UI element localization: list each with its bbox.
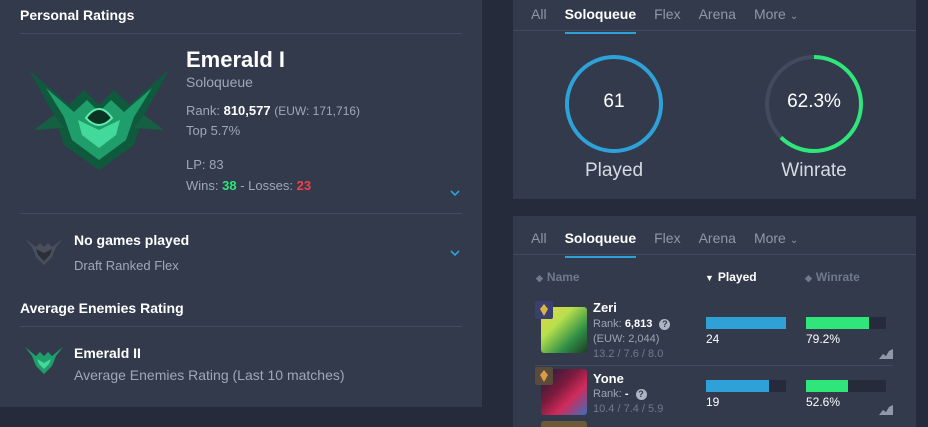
- header-winrate[interactable]: ◆ Winrate: [805, 270, 860, 284]
- sort-icon: ◆: [805, 273, 812, 283]
- tab-more[interactable]: More ⌄: [754, 2, 798, 32]
- losses-value: 23: [296, 178, 312, 193]
- champion-rank: Rank: 6,813 ?: [593, 318, 671, 330]
- queue-tabs: All Soloqueue Flex Arena More ⌄: [531, 2, 798, 34]
- champion-rank-value: -: [624, 388, 629, 400]
- champion-rank-value: 6,813: [624, 318, 653, 330]
- played-bar: [706, 380, 786, 392]
- tab-divider: [513, 254, 916, 255]
- tab-more-label: More: [753, 6, 786, 22]
- tab-all[interactable]: All: [531, 226, 547, 256]
- losses-label: - Losses:: [240, 178, 293, 193]
- tab-flex[interactable]: Flex: [654, 226, 680, 256]
- flex-subtitle: Draft Ranked Flex: [74, 258, 179, 273]
- winrate-value: 62.3%: [787, 91, 841, 112]
- section-title-personal: Personal Ratings: [20, 7, 135, 23]
- winrate-bar-fill: [806, 380, 849, 392]
- header-winrate-label: Winrate: [815, 270, 860, 284]
- champion-rank-label: Rank:: [593, 318, 622, 330]
- rank-value: 810,577: [223, 103, 271, 118]
- tab-all[interactable]: All: [531, 2, 547, 32]
- league-points: LP: 83: [186, 157, 224, 172]
- enemies-subtitle: Average Enemies Rating (Last 10 matches): [74, 367, 345, 383]
- rank-title: Emerald I: [186, 47, 286, 72]
- sort-icon: ◆: [536, 273, 543, 283]
- role-badge-icon: [535, 367, 553, 385]
- wins-value: 38: [222, 178, 237, 193]
- tab-flex[interactable]: Flex: [654, 2, 680, 32]
- personal-ratings-panel: Personal Ratings Emerald I Soloqueue Ran…: [0, 0, 482, 407]
- tab-arena[interactable]: Arena: [699, 226, 736, 256]
- rank-queue: Soloqueue: [186, 74, 253, 90]
- tab-more-label: More: [753, 230, 786, 246]
- chevron-down-icon: ⌄: [789, 11, 799, 22]
- champion-portrait: [541, 421, 587, 427]
- sort-down-icon: ▼: [705, 273, 714, 283]
- tab-soloqueue[interactable]: Soloqueue: [564, 2, 636, 34]
- rank-line: Rank: 810,577 (EUW: 171,716): [186, 103, 360, 118]
- chevron-down-icon[interactable]: [450, 188, 460, 198]
- wins-losses: Wins: 38 - Losses: 23: [186, 178, 311, 193]
- flex-title: No games played: [74, 232, 190, 248]
- divider: [20, 326, 462, 327]
- section-title-enemies: Average Enemies Rating: [20, 300, 184, 316]
- divider: [20, 33, 462, 34]
- emerald-emblem-icon: [29, 70, 169, 170]
- played-bar-fill: [706, 380, 770, 392]
- chevron-down-icon: ⌄: [789, 235, 799, 246]
- played-count: 19: [706, 395, 720, 409]
- tab-more[interactable]: More ⌄: [754, 226, 798, 256]
- played-bar: [706, 317, 786, 329]
- champion-kda: 10.4 / 7.4 / 5.9: [593, 403, 664, 415]
- rank-label: Rank:: [186, 103, 220, 118]
- tab-soloqueue[interactable]: Soloqueue: [564, 226, 636, 258]
- header-name-label: Name: [546, 270, 580, 284]
- champion-rank: Rank: - ?: [593, 388, 647, 400]
- winrate-bar: [806, 380, 886, 392]
- table-row[interactable]: Zeri Rank: 6,813 ? (EUW: 2,044) 13.2 / 7…: [513, 297, 916, 361]
- stats-panel: All Soloqueue Flex Arena More ⌄ 61 Played…: [513, 0, 916, 199]
- divider: [20, 213, 462, 214]
- header-name[interactable]: ◆ Name: [536, 270, 580, 284]
- champion-name[interactable]: Yone: [593, 371, 624, 386]
- winrate-label: Winrate: [781, 160, 847, 181]
- winrate-bar-fill: [806, 317, 870, 329]
- header-played-label: Played: [717, 270, 757, 284]
- help-icon[interactable]: ?: [659, 319, 671, 330]
- tab-arena[interactable]: Arena: [699, 2, 736, 32]
- table-row[interactable]: Yone Rank: - ? 10.4 / 7.4 / 5.9 19 52.6%: [513, 367, 916, 427]
- help-icon[interactable]: ?: [635, 389, 647, 400]
- tab-divider: [513, 30, 916, 31]
- winrate-percent: 52.6%: [806, 395, 841, 409]
- graph-icon[interactable]: [879, 349, 893, 359]
- enemies-rank-title: Emerald II: [74, 345, 141, 361]
- rank-euw: (EUW: 171,716): [274, 104, 361, 118]
- emerald-small-emblem-icon: [25, 347, 63, 374]
- champion-rank-euw: (EUW: 2,044): [593, 333, 660, 345]
- graph-icon[interactable]: [879, 405, 893, 415]
- row-divider: [535, 365, 893, 366]
- top-percent: Top 5.7%: [186, 123, 241, 138]
- header-played[interactable]: ▼ Played: [705, 270, 757, 284]
- role-badge-icon: [535, 301, 553, 319]
- played-label: Played: [584, 160, 644, 181]
- champion-name[interactable]: Zeri: [593, 300, 617, 315]
- unranked-emblem-icon: [25, 239, 63, 265]
- played-value: 61: [603, 91, 625, 112]
- champion-kda: 13.2 / 7.6 / 8.0: [593, 348, 664, 360]
- played-bar-fill: [706, 317, 786, 329]
- champion-rank-label: Rank:: [593, 388, 622, 400]
- queue-tabs-bottom: All Soloqueue Flex Arena More ⌄: [531, 226, 798, 258]
- winrate-bar: [806, 317, 886, 329]
- wins-label: Wins:: [186, 178, 219, 193]
- chevron-down-icon[interactable]: [450, 248, 460, 258]
- winrate-percent: 79.2%: [806, 332, 841, 346]
- played-count: 24: [706, 332, 720, 346]
